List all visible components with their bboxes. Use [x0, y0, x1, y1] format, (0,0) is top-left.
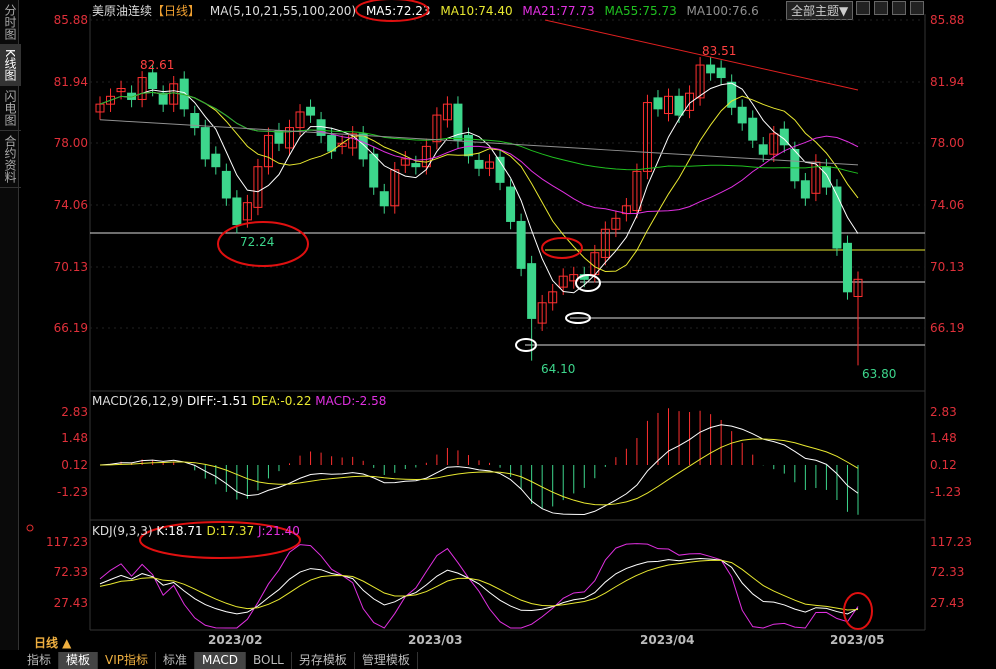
candle-body — [842, 242, 852, 293]
candle-body — [653, 97, 663, 110]
macd-label: MACD(26,12,9) — [92, 394, 184, 408]
candle-body — [411, 163, 421, 168]
candle-body — [674, 95, 684, 116]
date-label: 2023/03 — [408, 633, 463, 647]
date-label: 2023/04 — [640, 633, 695, 647]
kdj-legend: KDJ(9,3,3) K:18.71 D:17.37 J:21.40 — [92, 524, 300, 538]
candle-body — [148, 72, 158, 90]
tab-standard[interactable]: 标准 — [156, 652, 196, 669]
kdj-label: KDJ(9,3,3) — [92, 524, 153, 538]
candle-body — [821, 166, 831, 188]
annotation-ellipse — [843, 592, 873, 630]
candle-body — [706, 64, 716, 74]
bottom-tabs: 指标 模板 VIP指标 标准 MACD BOLL 另存模板 管理模板 — [20, 652, 418, 669]
annotation-ellipse — [355, 0, 429, 22]
period-selector[interactable]: 日线 ▲ — [34, 634, 71, 651]
candle-body — [369, 153, 379, 188]
annotation-low-3: 63.80 — [862, 367, 897, 381]
tab-save-template[interactable]: 另存模板 — [292, 652, 355, 669]
candle-body — [211, 153, 221, 168]
macd-dea-line — [99, 438, 859, 506]
date-label: 2023/02 — [208, 633, 263, 647]
candle-body — [527, 263, 537, 319]
candle-body — [800, 180, 810, 199]
macd-diff: DIFF:-1.51 — [186, 394, 248, 408]
annotation-ellipse — [541, 237, 583, 259]
kdj-d: D:17.37 — [206, 524, 255, 538]
candle-body — [506, 186, 516, 222]
candle-body — [221, 170, 231, 199]
macd-value: MACD:-2.58 — [315, 394, 387, 408]
macd-dea: DEA:-0.22 — [251, 394, 312, 408]
ma5-line — [121, 82, 859, 294]
tab-manage-template[interactable]: 管理模板 — [355, 652, 418, 669]
annotation-high-1: 82.61 — [140, 58, 175, 72]
kline-chart[interactable] — [0, 0, 996, 669]
candle-body — [748, 117, 758, 141]
tab-template[interactable]: 模板 — [59, 652, 99, 669]
annotation-low-2: 64.10 — [541, 362, 576, 376]
candle-body — [358, 133, 368, 160]
date-label: 2023/05 — [830, 633, 885, 647]
kdj-k: K:18.71 — [156, 524, 203, 538]
candle-body — [274, 130, 284, 144]
kdj-k-line — [99, 558, 859, 615]
candle-body — [306, 106, 316, 116]
kdj-j: J:21.40 — [257, 524, 300, 538]
tab-macd[interactable]: MACD — [195, 652, 247, 669]
tab-vip-indicator[interactable]: VIP指标 — [98, 652, 157, 669]
candle-body — [232, 197, 242, 226]
tab-indicator[interactable]: 指标 — [20, 652, 60, 669]
tab-boll[interactable]: BOLL — [246, 652, 292, 669]
candle-body — [716, 67, 726, 79]
macd-diff-line — [99, 424, 859, 515]
candle-body — [200, 127, 210, 160]
macd-legend: MACD(26,12,9) DIFF:-1.51 DEA:-0.22 MACD:… — [92, 394, 386, 408]
candle-body — [379, 191, 389, 207]
candle-body — [516, 220, 526, 269]
candle-body — [158, 92, 168, 105]
annotation-high-2: 83.51 — [702, 44, 737, 58]
candle-body — [737, 106, 747, 124]
settings-icon — [26, 524, 34, 532]
annotation-low-1: 72.24 — [240, 235, 275, 249]
candle-body — [758, 144, 768, 155]
candle-body — [474, 159, 484, 169]
